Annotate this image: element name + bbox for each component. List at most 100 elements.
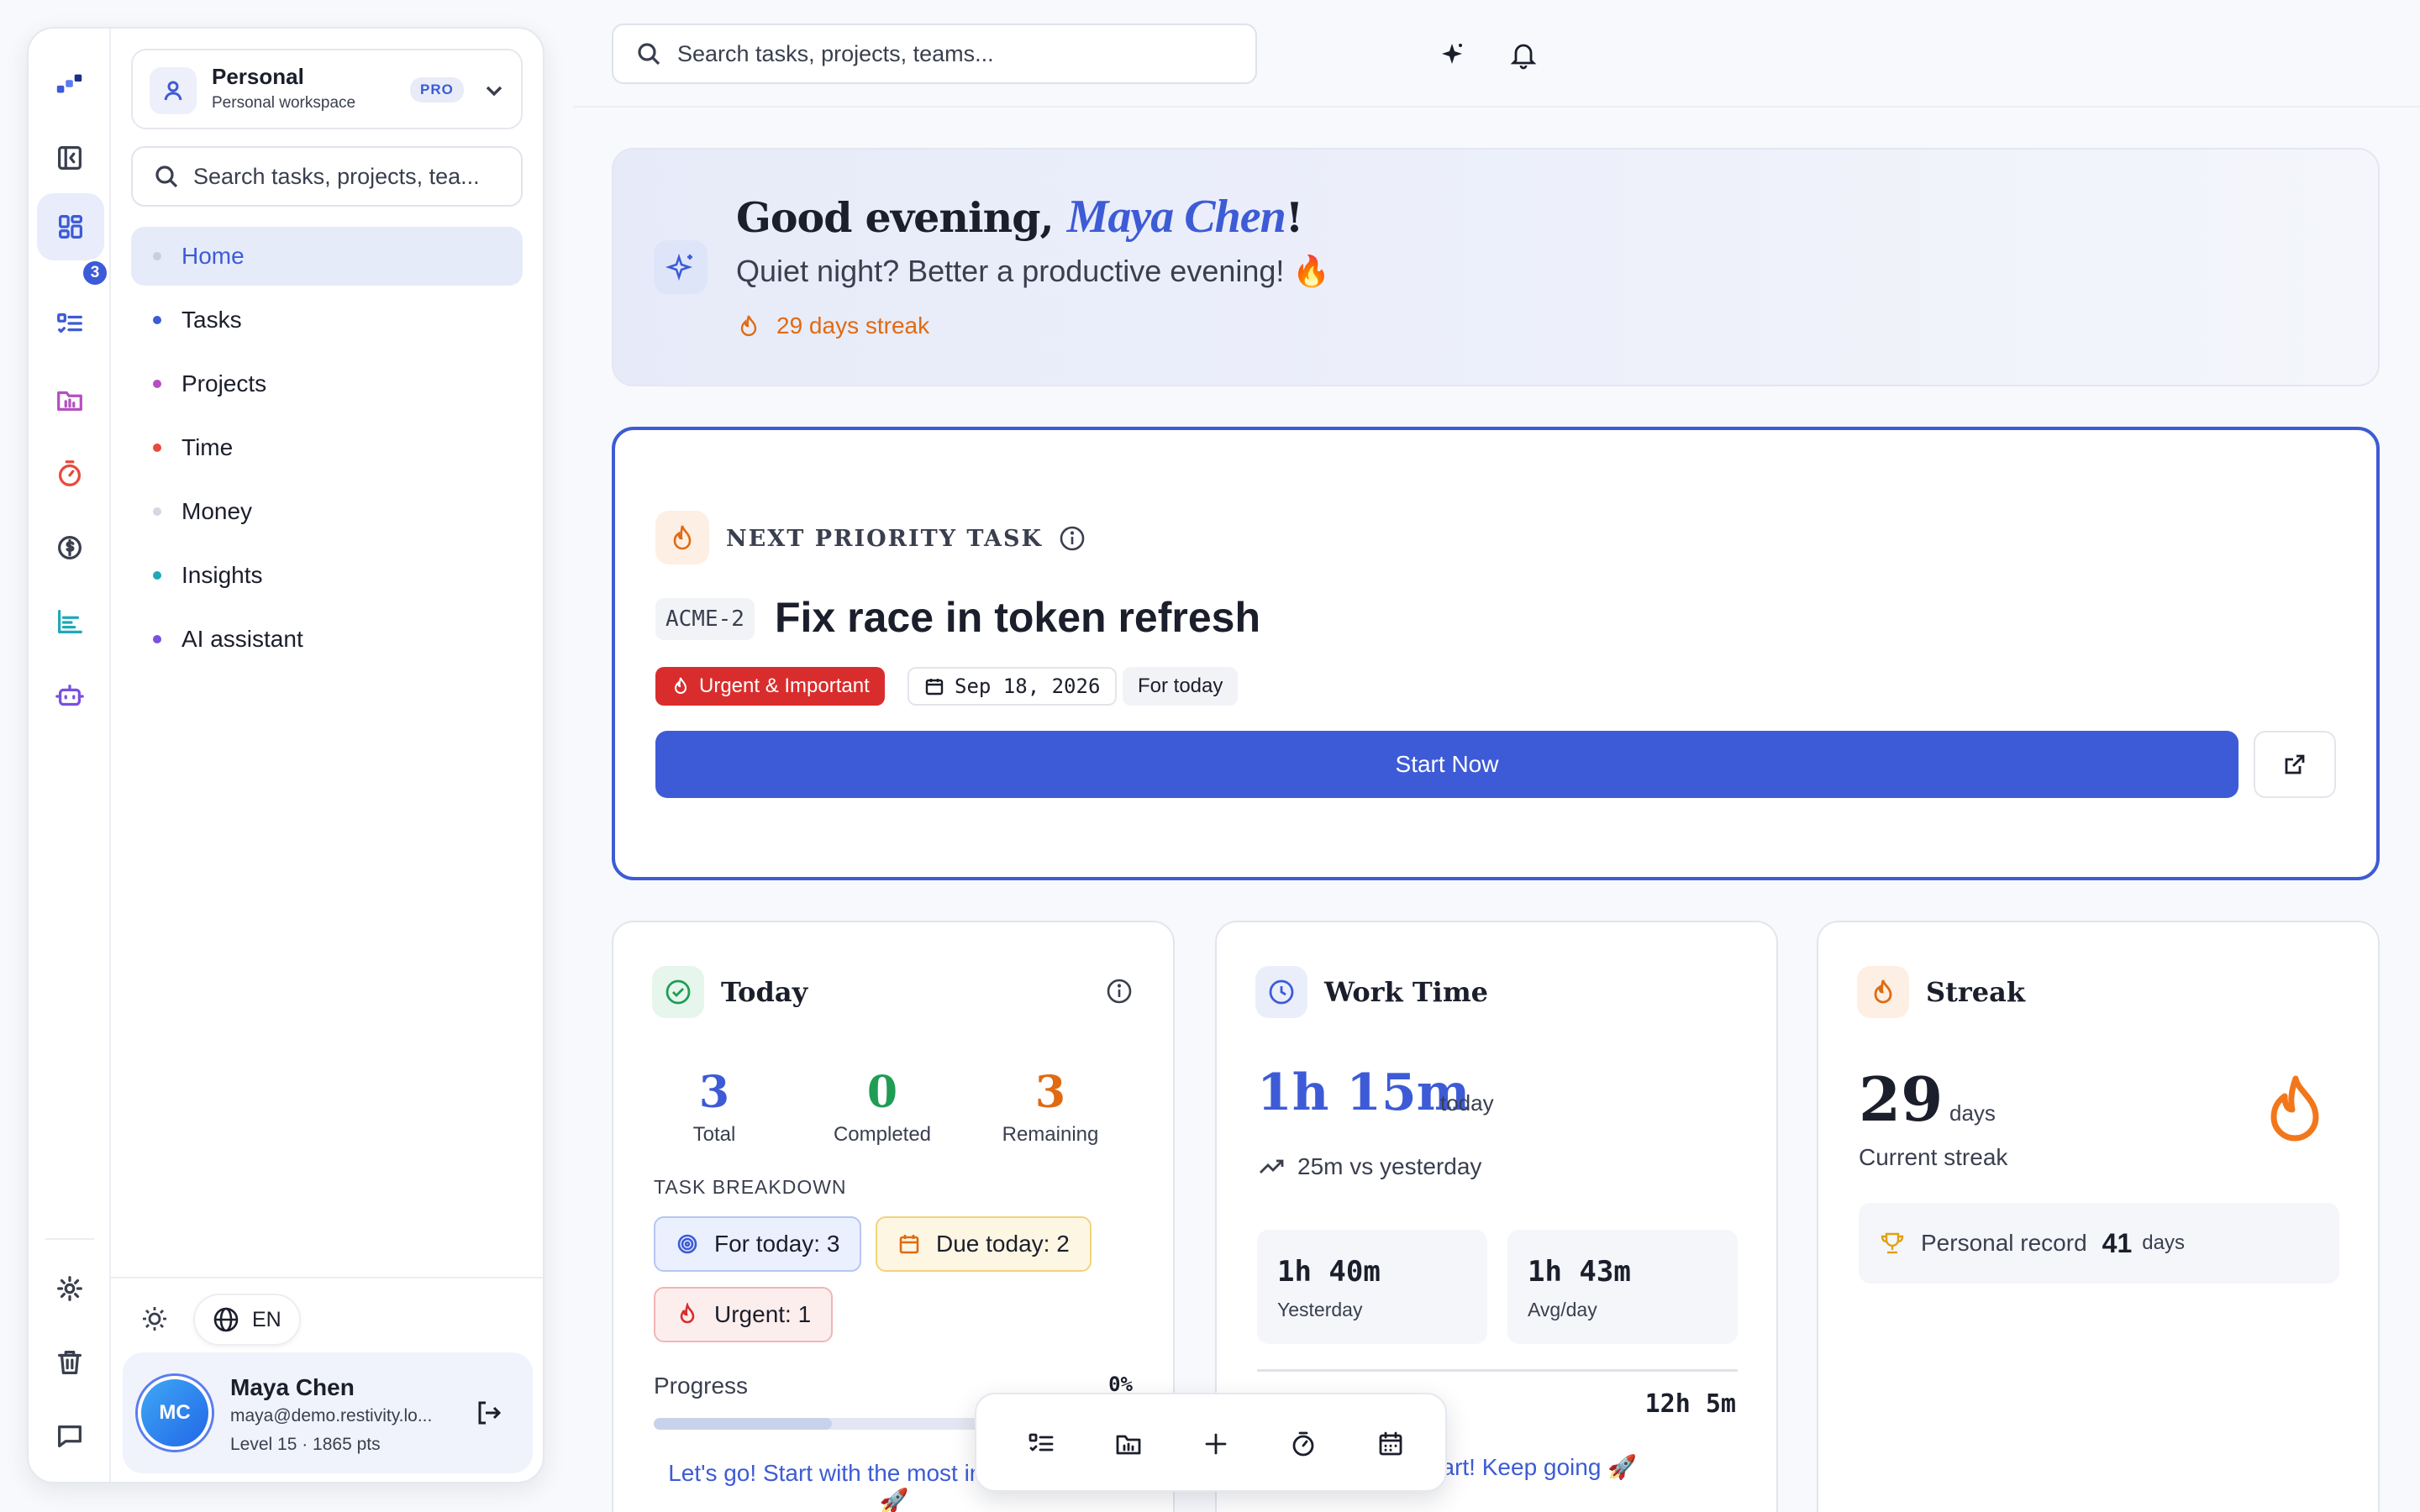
- today-stat-total: 3 Total: [630, 1067, 798, 1147]
- plus-icon: [1205, 1433, 1227, 1455]
- nav-dot: [153, 635, 161, 643]
- due-today-pill[interactable]: Due today: 2: [876, 1216, 1092, 1272]
- today-stat-remaining: 3 Remaining: [966, 1067, 1134, 1147]
- stat-label: Total: [692, 1123, 736, 1146]
- due-today-text: Due today: 2: [936, 1231, 1070, 1257]
- logout-icon[interactable]: [474, 1398, 504, 1428]
- global-search-input[interactable]: Search tasks, projects, teams...: [612, 24, 1257, 84]
- feedback-chat-icon[interactable]: [39, 1406, 100, 1467]
- work-time-today-value: 1h 15m: [1257, 1063, 1470, 1122]
- timer-icon[interactable]: [39, 444, 100, 504]
- sparkle-icon[interactable]: [1437, 39, 1467, 69]
- flame-icon: [740, 315, 757, 337]
- user-profile-card[interactable]: MC Maya Chen maya@demo.restivity.lo... L…: [123, 1352, 533, 1473]
- stopwatch-icon: [1292, 1431, 1314, 1457]
- icon-rail: 3: [29, 29, 111, 1482]
- current-streak-label: Current streak: [1859, 1144, 2008, 1170]
- target-icon: [677, 1234, 697, 1254]
- nav-dot: [153, 444, 161, 452]
- sidebar-item-label: Tasks: [182, 307, 242, 333]
- schedule-chip: For today: [1123, 667, 1239, 706]
- sidebar-item-money[interactable]: Money: [131, 482, 523, 541]
- projects-icon[interactable]: [39, 370, 100, 430]
- tasks-list-icon: [1028, 1433, 1054, 1452]
- sidebar-item-time[interactable]: Time: [131, 418, 523, 477]
- streak-unit: days: [1949, 1100, 1996, 1126]
- next-priority-task-card: NEXT PRIORITY TASK ACME-2 Fix race in to…: [612, 427, 2380, 880]
- nav-dot: [153, 380, 161, 388]
- dock-timer-button[interactable]: [1272, 1413, 1334, 1475]
- theme-toggle-sun-icon[interactable]: [139, 1304, 170, 1334]
- task-title[interactable]: Fix race in token refresh: [775, 593, 1260, 642]
- chevron-down-icon[interactable]: [479, 76, 509, 106]
- streak-card: Streak 29 days Current streak Personal r…: [1817, 921, 2380, 1512]
- info-icon[interactable]: [1058, 524, 1086, 553]
- app-logo-icon[interactable]: [39, 54, 100, 114]
- sidebar-nav-panel: Personal Personal workspace PRO Search t…: [111, 29, 543, 1482]
- global-search-placeholder: Search tasks, projects, teams...: [677, 40, 994, 66]
- open-task-button[interactable]: [2254, 731, 2336, 798]
- nav-dot: [153, 316, 161, 324]
- user-name: Maya Chen: [230, 1374, 355, 1400]
- trash-icon[interactable]: [39, 1332, 100, 1393]
- sidebar-item-insights[interactable]: Insights: [131, 546, 523, 605]
- sidebar-item-ai-assistant[interactable]: AI assistant: [131, 610, 523, 669]
- workspace-name: Personal: [212, 64, 304, 89]
- money-icon[interactable]: [39, 517, 100, 578]
- start-now-button[interactable]: Start Now: [655, 731, 2238, 798]
- globe-icon: [213, 1307, 239, 1332]
- top-bar: Search tasks, projects, teams...: [573, 0, 2420, 108]
- ai-assistant-icon[interactable]: [39, 665, 100, 726]
- due-date-text: Sep 18, 2026: [955, 675, 1101, 698]
- today-card-title: Today: [721, 976, 808, 1008]
- sidebar: 3 Personal Personal workspace PRO Search…: [27, 27, 544, 1483]
- priority-tag: Urgent & Important: [655, 667, 885, 706]
- tasks-icon[interactable]: [39, 294, 100, 354]
- progress-fill: [654, 1418, 832, 1430]
- record-label: Personal record: [1921, 1230, 2087, 1256]
- search-icon: [155, 165, 178, 188]
- urgent-pill[interactable]: Urgent: 1: [654, 1287, 834, 1342]
- task-key: ACME-2: [655, 598, 755, 640]
- record-unit: days: [2142, 1231, 2185, 1254]
- insights-icon[interactable]: [39, 591, 100, 652]
- user-email: maya@demo.restivity.lo...: [230, 1406, 433, 1425]
- notifications-bell-icon[interactable]: [1507, 39, 1539, 71]
- dock-add-button[interactable]: [1185, 1413, 1247, 1475]
- language-switcher[interactable]: EN: [193, 1294, 301, 1346]
- for-today-pill[interactable]: For today: 3: [654, 1216, 862, 1272]
- check-circle-icon: [652, 966, 704, 1018]
- sidebar-item-home[interactable]: Home: [131, 227, 523, 286]
- work-time-title: Work Time: [1324, 976, 1489, 1008]
- today-stat-completed: 0 Completed: [798, 1067, 966, 1147]
- dock-projects-button[interactable]: [1097, 1413, 1160, 1475]
- stat-label: Completed: [833, 1123, 932, 1146]
- greeting-title: Good evening, Maya Chen!: [736, 190, 1303, 244]
- flame-icon: [674, 677, 687, 694]
- sidebar-item-label: Time: [182, 434, 234, 460]
- settings-gear-icon[interactable]: [39, 1258, 100, 1319]
- sidebar-search-input[interactable]: Search tasks, projects, tea...: [131, 146, 523, 207]
- collapse-sidebar-icon[interactable]: [39, 128, 100, 188]
- sidebar-item-label: Home: [182, 243, 245, 269]
- app-root: 3 Personal Personal workspace PRO Search…: [0, 0, 2420, 1512]
- sidebar-search-placeholder: Search tasks, projects, tea...: [193, 163, 480, 189]
- streak-value: 29: [1859, 1063, 1944, 1135]
- avatar[interactable]: MC: [138, 1376, 212, 1450]
- calendar-icon: [899, 1235, 919, 1254]
- sparkles-icon: [654, 240, 708, 294]
- info-icon[interactable]: [1104, 976, 1134, 1006]
- work-time-today-label: today: [1440, 1090, 1494, 1116]
- dock-tasks-button[interactable]: [1010, 1413, 1072, 1475]
- priority-section-label: NEXT PRIORITY TASK: [726, 524, 1086, 553]
- dock-calendar-button[interactable]: [1360, 1413, 1422, 1475]
- quick-action-dock: [975, 1393, 1447, 1492]
- greeting-subtitle: Quiet night? Better a productive evening…: [736, 254, 1331, 288]
- workspace-switcher[interactable]: Personal Personal workspace PRO: [131, 49, 523, 129]
- dashboard-icon[interactable]: [37, 193, 104, 260]
- trophy-icon: [1881, 1232, 1904, 1254]
- sidebar-item-projects[interactable]: Projects: [131, 354, 523, 413]
- sidebar-item-tasks[interactable]: Tasks: [131, 291, 523, 349]
- yesterday-value: 1h 40m: [1277, 1255, 1381, 1289]
- stat-value: 0: [866, 1067, 898, 1118]
